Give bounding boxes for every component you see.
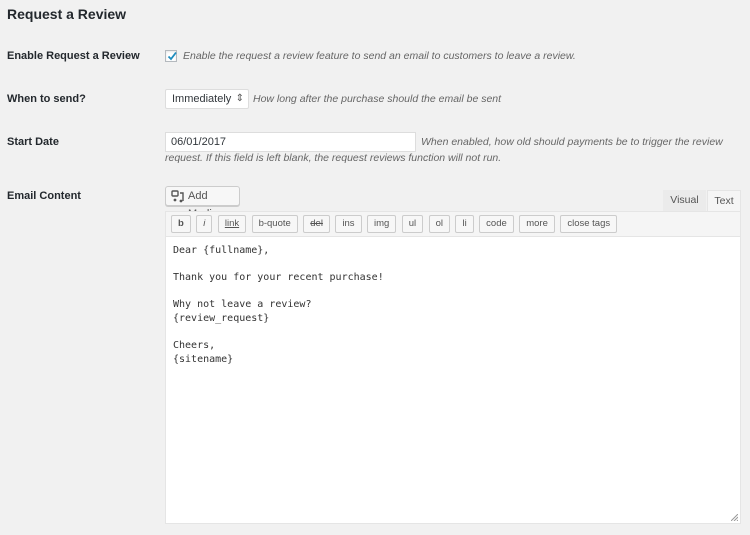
qt-li-button[interactable]: li xyxy=(455,215,474,233)
qt-blockquote-button[interactable]: b-quote xyxy=(251,215,298,233)
qt-ul-button[interactable]: ul xyxy=(401,215,424,233)
qt-del-button[interactable]: del xyxy=(303,215,330,233)
media-icon xyxy=(171,190,184,203)
start-date-description-2: request. If this field is left blank, th… xyxy=(165,152,502,164)
when-to-send-select[interactable]: Immediately ⇕ xyxy=(165,89,249,109)
enable-label: Enable Request a Review xyxy=(7,50,140,62)
tab-visual[interactable]: Visual xyxy=(663,190,706,211)
start-date-description-1: When enabled, how old should payments be… xyxy=(421,136,723,148)
page-title: Request a Review xyxy=(7,6,127,22)
qt-link-button[interactable]: link xyxy=(217,215,247,233)
when-to-send-description: How long after the purchase should the e… xyxy=(253,93,502,105)
qt-bold-button[interactable]: b xyxy=(171,215,191,233)
start-date-label: Start Date xyxy=(7,136,59,148)
qt-close-tags-button[interactable]: close tags xyxy=(560,215,618,233)
qt-italic-button[interactable]: i xyxy=(196,215,213,233)
tab-text[interactable]: Text xyxy=(707,190,741,211)
enable-checkbox[interactable] xyxy=(165,50,177,62)
qt-code-button[interactable]: code xyxy=(479,215,514,233)
quicktags-toolbar: b i link b-quote del ins img ul ol li co… xyxy=(166,212,740,237)
qt-ins-button[interactable]: ins xyxy=(335,215,362,233)
qt-ol-button[interactable]: ol xyxy=(428,215,451,233)
select-arrows-icon: ⇕ xyxy=(235,93,244,104)
email-content-label: Email Content xyxy=(7,190,81,202)
qt-more-button[interactable]: more xyxy=(519,215,555,233)
add-media-button[interactable]: Add Media xyxy=(165,186,240,220)
when-to-send-label: When to send? xyxy=(7,93,86,105)
email-editor: b i link b-quote del ins img ul ol li co… xyxy=(165,211,741,524)
when-to-send-value: Immediately xyxy=(172,93,232,105)
qt-img-button[interactable]: img xyxy=(367,215,397,233)
start-date-input[interactable]: 06/01/2017 xyxy=(165,132,416,152)
email-content-textarea[interactable]: Dear {fullname}, Thank you for your rece… xyxy=(166,237,740,373)
enable-description: Enable the request a review feature to s… xyxy=(183,50,576,62)
resize-handle-icon[interactable] xyxy=(731,514,738,521)
checkmark-icon xyxy=(167,51,177,61)
